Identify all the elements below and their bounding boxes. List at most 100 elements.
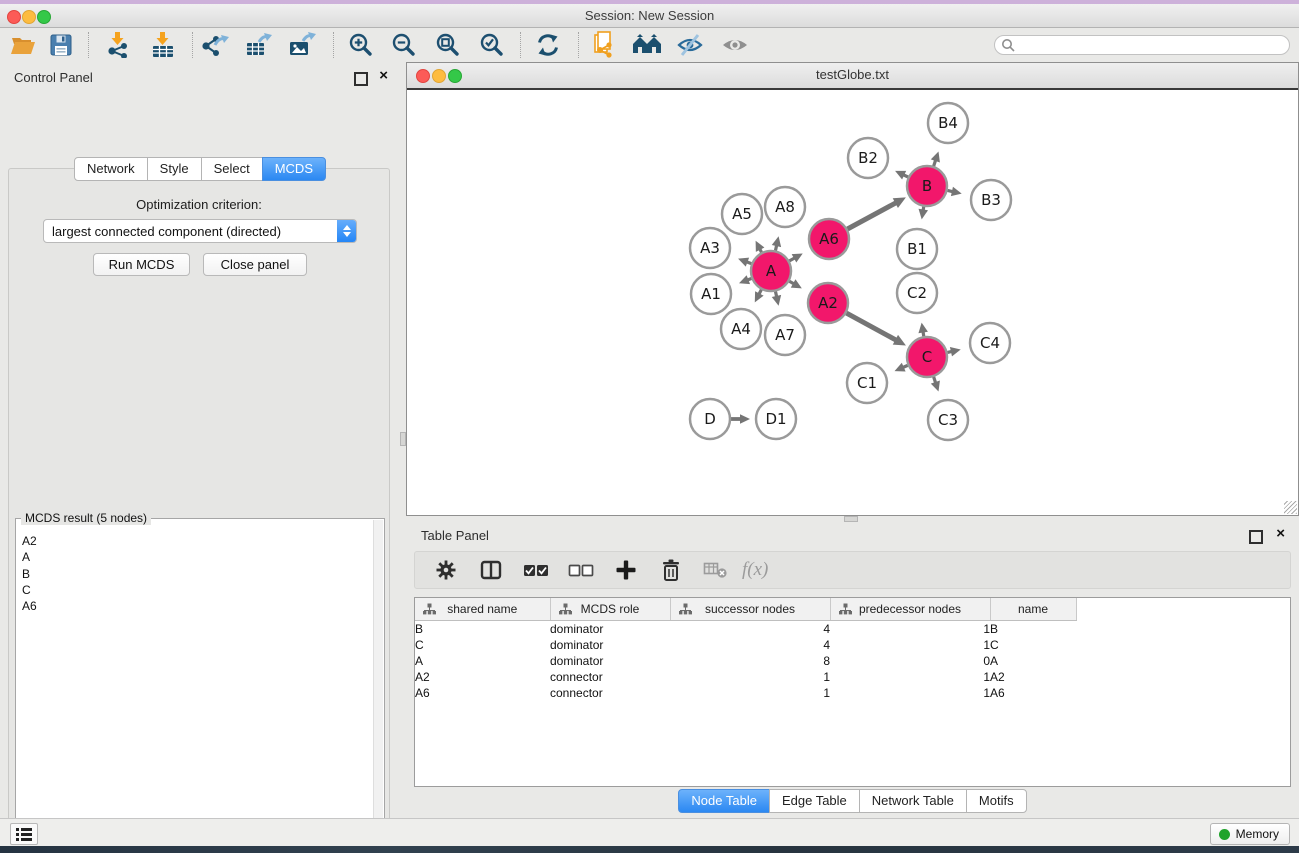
- save-session-icon[interactable]: [46, 31, 76, 59]
- hide-selected-icon[interactable]: [675, 31, 705, 59]
- table-cell[interactable]: dominator: [550, 653, 670, 669]
- column-view-icon[interactable]: [476, 557, 506, 583]
- graph-node-label-A2: A2: [818, 294, 838, 312]
- table-cell[interactable]: 1: [830, 637, 990, 653]
- table-row[interactable]: A2connector11A2: [415, 669, 1290, 685]
- import-table-icon[interactable]: [148, 31, 178, 59]
- table-cell[interactable]: B: [990, 621, 1076, 638]
- table-cell[interactable]: 1: [830, 669, 990, 685]
- table-cell[interactable]: A: [990, 653, 1076, 669]
- zoom-fit-icon[interactable]: [433, 31, 463, 59]
- table-cell[interactable]: 1: [670, 685, 830, 701]
- add-column-icon[interactable]: [611, 557, 641, 583]
- graph-node-label-A5: A5: [732, 205, 752, 223]
- column-header-predecessor-nodes[interactable]: predecessor nodes: [830, 598, 990, 621]
- tab-edge-table[interactable]: Edge Table: [769, 789, 860, 813]
- table-row[interactable]: Bdominator41B: [415, 621, 1290, 638]
- deselect-all-icon[interactable]: [566, 557, 596, 583]
- table-cell[interactable]: 1: [670, 669, 830, 685]
- network-canvas[interactable]: B4B2BB3A8A5A6A3B1AA1C2A2A4A7C4CC1C3DD1: [407, 88, 1298, 515]
- network-graph[interactable]: B4B2BB3A8A5A6A3B1AA1C2A2A4A7C4CC1C3DD1: [407, 90, 1296, 515]
- float-panel-icon[interactable]: [354, 72, 368, 86]
- tab-network-table[interactable]: Network Table: [859, 789, 967, 813]
- table-cell[interactable]: dominator: [550, 621, 670, 638]
- first-neighbors-icon[interactable]: [632, 31, 662, 59]
- table-cell[interactable]: 4: [670, 637, 830, 653]
- resize-grip[interactable]: [1284, 501, 1297, 514]
- node-table-container[interactable]: shared nameMCDS rolesuccessor nodesprede…: [414, 597, 1291, 787]
- column-header-name[interactable]: name: [990, 598, 1076, 621]
- mcds-result-item[interactable]: A2: [22, 533, 373, 549]
- table-row[interactable]: Cdominator41C: [415, 637, 1290, 653]
- show-all-icon[interactable]: [720, 31, 750, 59]
- run-mcds-button[interactable]: Run MCDS: [93, 253, 190, 276]
- column-header-mcds-role[interactable]: MCDS role: [550, 598, 670, 621]
- select-all-icon[interactable]: [521, 557, 551, 583]
- table-cell[interactable]: A6: [415, 685, 550, 701]
- zoom-selected-icon[interactable]: [477, 31, 507, 59]
- graph-edge-A2-C[interactable]: [846, 313, 897, 341]
- table-cell[interactable]: C: [990, 637, 1076, 653]
- graph-node-label-A1: A1: [701, 285, 721, 303]
- export-network-icon[interactable]: [201, 31, 231, 59]
- new-network-from-selection-icon[interactable]: [591, 31, 621, 59]
- table-cell[interactable]: A6: [990, 685, 1076, 701]
- table-row[interactable]: Adominator80A: [415, 653, 1290, 669]
- memory-label: Memory: [1236, 827, 1279, 841]
- column-header-successor-nodes[interactable]: successor nodes: [670, 598, 830, 621]
- close-panel-icon[interactable]: ×: [1276, 525, 1285, 543]
- mcds-result-item[interactable]: A6: [22, 598, 373, 614]
- network-view-window: testGlobe.txt B4B2BB3A8A5A6A3B1AA1C2A2A4…: [406, 62, 1299, 516]
- toolbar-separator: [88, 32, 89, 58]
- table-cell[interactable]: 0: [830, 653, 990, 669]
- table-cell[interactable]: 4: [670, 621, 830, 638]
- table-cell[interactable]: 1: [830, 685, 990, 701]
- task-history-button[interactable]: [10, 823, 38, 845]
- mcds-result-item[interactable]: A: [22, 549, 373, 565]
- table-cell[interactable]: A2: [415, 669, 550, 685]
- float-panel-icon[interactable]: [1249, 530, 1263, 544]
- close-panel-icon[interactable]: ×: [379, 67, 388, 85]
- import-network-icon[interactable]: [103, 31, 133, 59]
- search-input[interactable]: [1015, 37, 1289, 53]
- table-cell[interactable]: C: [415, 637, 550, 653]
- delete-column-icon[interactable]: [656, 557, 686, 583]
- memory-button[interactable]: Memory: [1210, 823, 1290, 845]
- tab-style[interactable]: Style: [147, 157, 202, 181]
- zoom-in-icon[interactable]: [346, 31, 376, 59]
- tab-mcds[interactable]: MCDS: [262, 157, 326, 181]
- open-session-icon[interactable]: [8, 31, 38, 59]
- table-cell[interactable]: 1: [830, 621, 990, 638]
- network-window-titlebar[interactable]: testGlobe.txt: [407, 63, 1298, 88]
- table-cell[interactable]: connector: [550, 669, 670, 685]
- table-cell[interactable]: A2: [990, 669, 1076, 685]
- table-header-filler: [1076, 598, 1290, 621]
- criterion-dropdown[interactable]: largest connected component (directed): [43, 219, 357, 243]
- tab-motifs[interactable]: Motifs: [966, 789, 1027, 813]
- table-cell-filler: [1076, 685, 1290, 701]
- table-cell[interactable]: 8: [670, 653, 830, 669]
- export-image-icon[interactable]: [287, 31, 317, 59]
- zoom-out-icon[interactable]: [389, 31, 419, 59]
- search-field[interactable]: [994, 35, 1290, 55]
- settings-icon[interactable]: [431, 557, 461, 583]
- graph-edge-A6-B[interactable]: [847, 202, 897, 229]
- tab-network[interactable]: Network: [74, 157, 148, 181]
- table-row[interactable]: A6connector11A6: [415, 685, 1290, 701]
- tab-select[interactable]: Select: [201, 157, 263, 181]
- mcds-result-item[interactable]: C: [22, 582, 373, 598]
- mcds-scrollbar[interactable]: [373, 520, 383, 853]
- delete-table-icon: [701, 557, 731, 583]
- export-table-icon[interactable]: [244, 31, 274, 59]
- table-cell[interactable]: connector: [550, 685, 670, 701]
- tab-node-table[interactable]: Node Table: [678, 789, 770, 813]
- close-panel-button[interactable]: Close panel: [203, 253, 307, 276]
- column-header-shared-name[interactable]: shared name: [415, 598, 550, 621]
- table-cell-filler: [1076, 653, 1290, 669]
- mcds-result-item[interactable]: B: [22, 566, 373, 582]
- table-cell[interactable]: dominator: [550, 637, 670, 653]
- graph-node-label-B2: B2: [858, 149, 878, 167]
- table-cell[interactable]: A: [415, 653, 550, 669]
- table-cell[interactable]: B: [415, 621, 550, 638]
- refresh-view-icon[interactable]: [533, 31, 563, 59]
